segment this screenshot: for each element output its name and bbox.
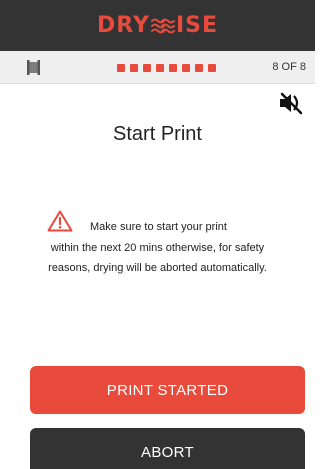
step-dot	[156, 64, 164, 72]
print-started-button[interactable]: PRINT STARTED	[30, 366, 305, 414]
warning-text-line-1: Make sure to start your print	[90, 221, 227, 233]
step-dot	[117, 64, 125, 72]
drywise-logo: DRY ISE	[97, 13, 218, 38]
step-dots	[117, 64, 216, 72]
step-dot	[130, 64, 138, 72]
logo-text-left: DRY	[97, 13, 150, 38]
warning-triangle-icon	[47, 210, 73, 232]
step-dot	[143, 64, 151, 72]
app-header: DRY ISE	[0, 0, 315, 51]
warning-text-line-2: within the next 20 mins otherwise, for s…	[50, 242, 265, 254]
logo-text-right: ISE	[175, 13, 218, 38]
step-dot	[182, 64, 190, 72]
page-title: Start Print	[113, 123, 202, 145]
logo-wave-icon	[150, 18, 175, 33]
step-dot	[208, 64, 216, 72]
abort-button[interactable]: ABORT	[30, 428, 305, 469]
step-dot	[195, 64, 203, 72]
filament-spool-icon	[27, 60, 40, 75]
step-dot	[169, 64, 177, 72]
speaker-muted-icon[interactable]	[278, 91, 304, 115]
step-progress-bar: 8 OF 8	[0, 51, 315, 84]
warning-text-line-3: reasons, drying will be aborted automati…	[48, 262, 267, 274]
step-counter: 8 OF 8	[272, 61, 306, 73]
